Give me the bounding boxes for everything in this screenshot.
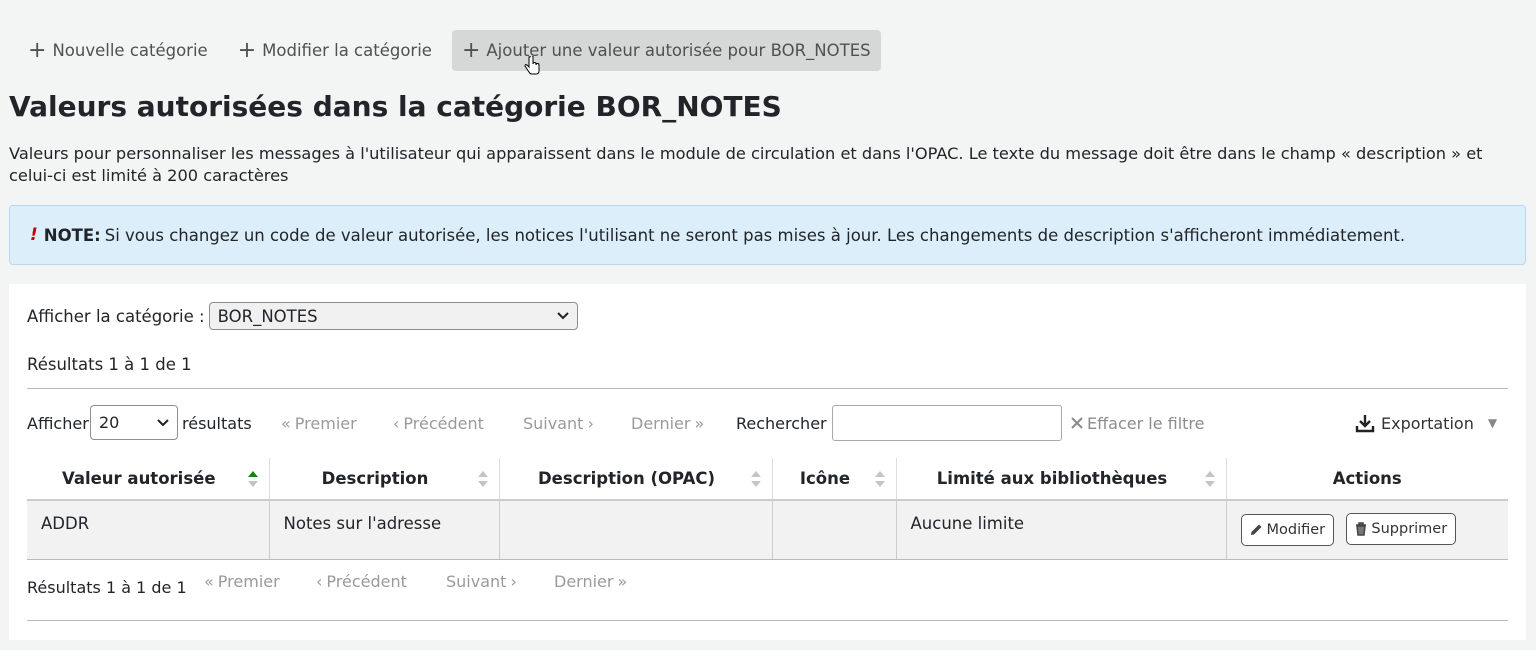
- close-icon: [1071, 417, 1083, 429]
- chevron-right-icon: ›: [510, 572, 517, 591]
- clear-filter-label: Effacer le filtre: [1087, 413, 1205, 433]
- add-value-label: Ajouter une valeur autorisée pour BOR_NO…: [486, 41, 871, 60]
- previous-page-button[interactable]: ‹ Précédent: [393, 405, 484, 441]
- export-label: Exportation: [1381, 413, 1474, 433]
- hand-cursor-icon: [524, 56, 540, 75]
- edit-category-label: Modifier la catégorie: [262, 41, 432, 60]
- cell-libraries: Aucune limite: [895, 500, 1226, 560]
- divider: [27, 620, 1508, 621]
- header-authorized-value[interactable]: Valeur autorisée: [27, 458, 269, 501]
- sort-asc-icon: [247, 471, 258, 487]
- sort-icon: [874, 471, 885, 487]
- results-label: résultats: [182, 413, 252, 433]
- header-label: Description (OPAC): [537, 469, 716, 488]
- header-icon[interactable]: Icône: [771, 458, 896, 501]
- previous-page-button[interactable]: ‹ Précédent: [316, 572, 407, 591]
- cell-actions: Modifier Supprimer: [1225, 500, 1508, 560]
- trash-icon: [1356, 522, 1367, 536]
- delete-label: Supprimer: [1371, 521, 1448, 537]
- chevron-left-icon: ‹: [316, 572, 323, 591]
- page-size-value: 20: [99, 413, 120, 432]
- values-panel: Afficher la catégorie : BOR_NOTES Résult…: [9, 284, 1526, 640]
- next-page-button[interactable]: Suivant ›: [523, 405, 594, 441]
- first-label: Premier: [217, 572, 280, 591]
- chevron-down-icon: [556, 312, 569, 320]
- category-filter: Afficher la catégorie : BOR_NOTES: [27, 302, 578, 330]
- pencil-icon: [1250, 524, 1261, 535]
- header-label: Limité aux bibliothèques: [936, 469, 1168, 488]
- last-label: Dernier: [631, 413, 691, 433]
- new-category-button[interactable]: + Nouvelle catégorie: [18, 30, 218, 71]
- header-opac-description[interactable]: Description (OPAC): [498, 458, 772, 501]
- note-text: Si vous changez un code de valeur autori…: [104, 225, 1406, 245]
- next-label: Suivant: [446, 572, 507, 591]
- export-button[interactable]: Exportation ▼: [1355, 405, 1497, 441]
- search-input[interactable]: [832, 405, 1062, 441]
- results-summary-top: Résultats 1 à 1 de 1: [27, 355, 192, 374]
- last-page-button[interactable]: Dernier »: [631, 405, 704, 441]
- next-label: Suivant: [523, 413, 584, 433]
- chevron-right-icon: ›: [587, 413, 594, 433]
- first-page-button[interactable]: « Premier: [281, 405, 357, 441]
- plus-icon: +: [461, 37, 481, 63]
- new-category-label: Nouvelle catégorie: [52, 41, 208, 60]
- double-chevron-left-icon: «: [204, 572, 214, 591]
- toolbar: + Nouvelle catégorie + Modifier la catég…: [18, 30, 881, 71]
- cell-description: Notes sur l'adresse: [268, 500, 499, 560]
- previous-label: Précédent: [326, 572, 407, 591]
- page-title: Valeurs autorisées dans la catégorie BOR…: [9, 90, 782, 123]
- plus-icon: +: [28, 37, 47, 63]
- header-label: Description: [321, 469, 429, 488]
- warning-icon: !: [30, 225, 38, 245]
- double-chevron-right-icon: »: [617, 572, 628, 591]
- last-label: Dernier: [554, 572, 614, 591]
- values-table: Valeur autorisée Description Description…: [27, 458, 1508, 560]
- sort-icon: [1204, 471, 1215, 487]
- sort-icon: [750, 471, 761, 487]
- edit-label: Modifier: [1266, 521, 1326, 538]
- search-label: Rechercher :: [736, 413, 838, 433]
- cell-value: ADDR: [27, 500, 269, 560]
- header-label: Actions: [1332, 469, 1402, 488]
- plus-icon: +: [237, 37, 257, 63]
- cell-icon: [771, 500, 896, 560]
- note-label: NOTE:: [43, 225, 101, 245]
- sort-icon: [477, 471, 488, 487]
- cell-opac-description: [498, 500, 772, 560]
- results-summary-bottom: Résultats 1 à 1 de 1: [27, 578, 187, 597]
- chevron-left-icon: ‹: [393, 413, 400, 433]
- header-libraries[interactable]: Limité aux bibliothèques: [895, 458, 1226, 501]
- edit-category-button[interactable]: + Modifier la catégorie: [228, 30, 442, 71]
- table-footer: Résultats 1 à 1 de 1 « Premier ‹ Précéde…: [27, 572, 727, 597]
- header-actions: Actions: [1225, 458, 1508, 501]
- page-size-select[interactable]: 20: [90, 405, 178, 440]
- note-box: ! NOTE: Si vous changez un code de valeu…: [9, 205, 1526, 265]
- chevron-down-icon: [157, 418, 169, 426]
- show-label: Afficher: [27, 413, 89, 433]
- category-select-value: BOR_NOTES: [217, 306, 318, 326]
- header-label: Valeur autorisée: [61, 469, 216, 488]
- add-value-button[interactable]: + Ajouter une valeur autorisée pour BOR_…: [451, 30, 881, 71]
- edit-button[interactable]: Modifier: [1240, 513, 1335, 546]
- last-page-button[interactable]: Dernier »: [554, 572, 627, 591]
- first-page-button[interactable]: « Premier: [204, 572, 280, 591]
- category-select[interactable]: BOR_NOTES: [208, 302, 578, 330]
- previous-label: Précédent: [403, 413, 484, 433]
- header-description[interactable]: Description: [268, 458, 499, 501]
- divider: [27, 388, 1508, 389]
- delete-button[interactable]: Supprimer: [1346, 513, 1457, 545]
- table-controls: Afficher 20 résultats « Premier ‹ Précéd…: [27, 405, 1508, 441]
- double-chevron-left-icon: «: [281, 413, 291, 433]
- category-filter-label: Afficher la catégorie :: [27, 306, 205, 326]
- next-page-button[interactable]: Suivant ›: [446, 572, 517, 591]
- first-label: Premier: [294, 413, 357, 433]
- download-icon: [1355, 415, 1375, 433]
- intro-text: Valeurs pour personnaliser les messages …: [9, 144, 1483, 185]
- double-chevron-right-icon: »: [694, 413, 705, 433]
- caret-down-icon: ▼: [1487, 416, 1498, 430]
- clear-filter-button[interactable]: Effacer le filtre: [1071, 405, 1204, 441]
- header-label: Icône: [799, 469, 851, 488]
- table-row: ADDR Notes sur l'adresse Aucune limite M…: [27, 500, 1508, 560]
